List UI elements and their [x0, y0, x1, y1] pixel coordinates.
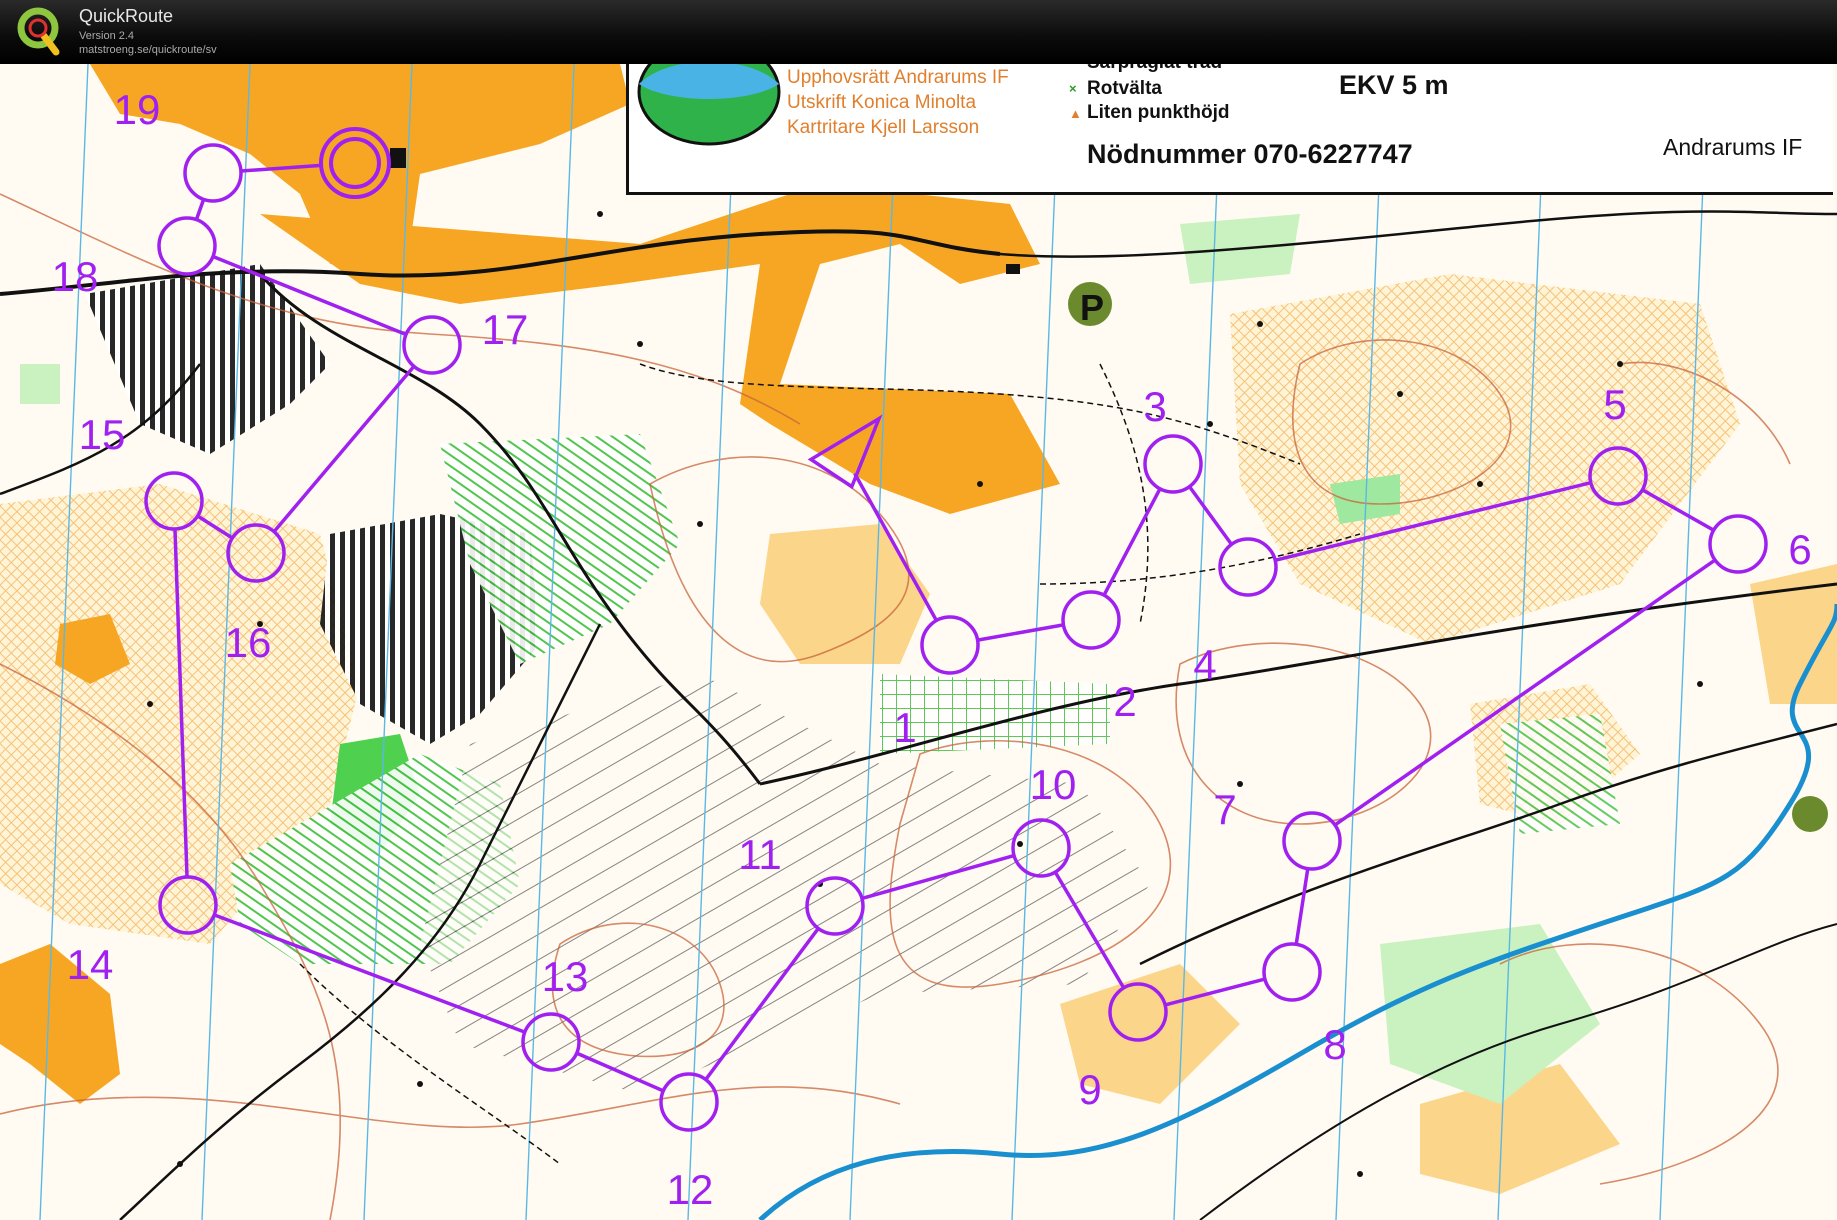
control-number-6: 6	[1788, 526, 1811, 573]
control-number-19: 19	[114, 86, 161, 133]
legend-item-rootstock: Rotvälta	[1087, 78, 1162, 99]
contour-interval: EKV 5 m	[1339, 70, 1449, 100]
legend-symbol-knoll: ▲	[1069, 106, 1082, 121]
svg-text:P: P	[1080, 287, 1104, 328]
legend-item-knoll: Liten punkthöjd	[1087, 102, 1230, 123]
control-number-1: 1	[893, 704, 916, 751]
app-url: matstroeng.se/quickroute/sv	[79, 44, 217, 56]
quickroute-logo-icon	[17, 7, 60, 56]
control-number-18: 18	[52, 253, 99, 300]
control-number-5: 5	[1603, 381, 1626, 428]
club-logo-icon	[637, 64, 781, 146]
control-number-3: 3	[1143, 383, 1166, 430]
control-number-4: 4	[1193, 641, 1216, 688]
control-number-16: 16	[225, 619, 272, 666]
control-number-9: 9	[1078, 1066, 1101, 1113]
map-drawing: P 12345678910111213141516171819	[0, 64, 1837, 1220]
control-number-12: 12	[667, 1166, 714, 1213]
app-title: QuickRoute	[79, 6, 174, 26]
quickroute-window: QuickRoute Version 2.4 matstroeng.se/qui…	[0, 0, 1837, 1220]
control-number-8: 8	[1323, 1021, 1346, 1068]
control-number-7: 7	[1213, 786, 1236, 833]
emergency-number: Nödnummer 070-6227747	[1087, 139, 1413, 169]
control-number-15: 15	[79, 411, 126, 458]
club-name: Andrarums IF	[1663, 134, 1803, 160]
map-legend: Upphovsrätt Andrarums IF Utskrift Konica…	[626, 64, 1833, 195]
control-number-2: 2	[1113, 678, 1136, 725]
legend-item-tree: Särpräglat träd	[1087, 64, 1222, 74]
credit-print: Utskrift Konica Minolta	[787, 92, 977, 113]
orienteering-map[interactable]: P 1 2 3 4 5 6 7 8 9 10 11 12 13 14 15 16 17 18 19 Upphovsr…	[0, 64, 1837, 1220]
control-number-11: 11	[738, 831, 782, 878]
app-version: Version 2.4	[79, 30, 135, 42]
control-number-14: 14	[67, 941, 114, 988]
control-number-10: 10	[1030, 761, 1077, 808]
credit-mapmaker: Kartritare Kjell Larsson	[787, 117, 980, 138]
legend-symbol-tree: ○	[1069, 64, 1077, 67]
legend-symbol-rootstock: ×	[1069, 81, 1077, 96]
credit-copyright: Upphovsrätt Andrarums IF	[787, 67, 1009, 88]
control-number-17: 17	[482, 306, 529, 353]
control-number-13: 13	[542, 953, 589, 1000]
title-bar: QuickRoute Version 2.4 matstroeng.se/qui…	[0, 0, 1837, 64]
